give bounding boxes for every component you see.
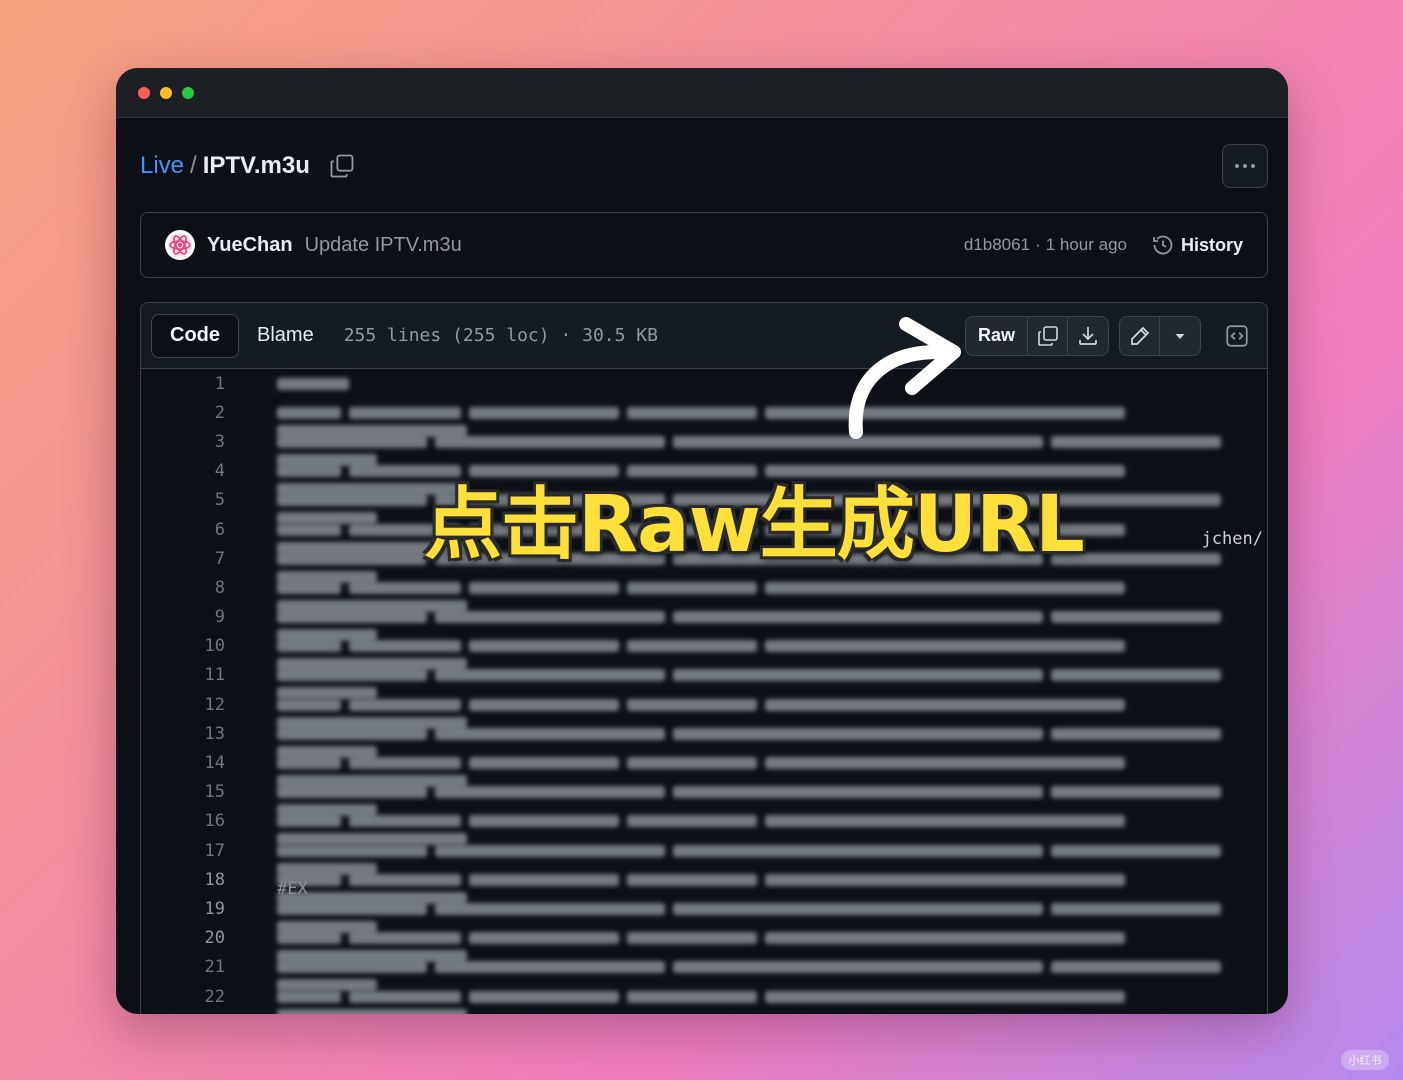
line-number[interactable]: 10 [141,636,225,656]
download-raw-button[interactable] [1068,317,1108,355]
code-line[interactable]: 1 [141,369,1267,398]
blurred-code-text [277,990,1267,1014]
edit-group [1119,315,1201,356]
blurred-code-text [277,873,1267,904]
code-line[interactable]: 2 [141,398,1267,437]
blurred-code-text [277,756,1267,788]
window-titlebar [116,68,1288,118]
line-number[interactable]: 9 [141,607,225,627]
line-number[interactable]: 22 [141,987,225,1007]
blurred-code-text [277,814,1267,846]
history-button[interactable]: History [1151,233,1243,257]
line-number[interactable]: 20 [141,928,225,948]
blurred-code-text [277,960,1267,992]
line-number[interactable]: 5 [141,490,225,510]
history-label: History [1180,234,1243,255]
symbols-panel-button[interactable] [1217,316,1257,356]
blurred-code-text [277,668,1267,700]
tab-code[interactable]: Code [151,313,239,358]
line-number[interactable]: 4 [141,461,225,481]
commit-author[interactable]: YueChan [207,234,293,257]
close-window-button[interactable] [138,86,150,99]
line-number[interactable]: 1 [141,374,225,394]
kebab-dot-icon [1235,164,1239,168]
visible-code-prefix: #EX [277,879,308,899]
line-number[interactable]: 3 [141,432,225,452]
caret-down-icon [1175,333,1185,339]
blurred-code-text [277,377,1267,391]
line-number[interactable]: 15 [141,782,225,802]
line-number[interactable]: 19 [141,899,225,919]
blurred-code-text [277,727,1267,758]
breadcrumb: Live / IPTV.m3u [140,152,356,180]
avatar[interactable] [165,230,195,260]
commit-meta-separator: · [1035,235,1041,254]
line-number[interactable]: 8 [141,578,225,598]
commit-sha[interactable]: d1b8061 [964,235,1030,255]
line-number[interactable]: 12 [141,695,225,715]
visible-code-fragment: jchen/ [1201,529,1263,549]
blurred-code-text [277,844,1267,875]
breadcrumb-file-name: IPTV.m3u [202,152,310,179]
line-number[interactable]: 21 [141,957,225,977]
file-viewer: Code Blame 255 lines (255 loc) · 30.5 KB… [140,302,1268,1014]
commit-message[interactable]: Update IPTV.m3u [305,234,462,257]
atom-avatar-icon [168,233,192,257]
blurred-code-text [277,581,1267,612]
line-number[interactable]: 14 [141,753,225,773]
copy-icon [1037,325,1058,346]
kebab-dot-icon [1243,164,1247,168]
edit-dropdown-button[interactable] [1160,317,1200,355]
blurred-code-text [277,406,1267,437]
commit-time: 1 hour ago [1045,235,1127,254]
watermark-badge: 小红书 [1341,1050,1389,1070]
line-number[interactable]: 7 [141,549,225,569]
pencil-icon [1130,326,1149,345]
blurred-code-text [277,610,1267,642]
blurred-code-text [277,639,1267,671]
annotation-callout: 点击Raw生成URL [424,480,1085,570]
file-meta: 255 lines (255 loc) · 30.5 KB [343,325,658,346]
blurred-code-text [277,435,1267,466]
tab-blame[interactable]: Blame [239,314,332,358]
copy-raw-button[interactable] [1028,316,1068,355]
code-square-icon [1226,324,1248,347]
raw-copy-download-group: Raw [964,315,1109,356]
maximize-window-button[interactable] [182,86,194,99]
edit-file-button[interactable] [1120,316,1160,355]
raw-button[interactable]: Raw [966,316,1028,355]
minimize-window-button[interactable] [160,86,172,99]
line-number[interactable]: 13 [141,724,225,744]
copy-path-icon[interactable] [328,152,356,180]
download-icon [1079,326,1097,345]
line-number[interactable]: 17 [141,841,225,861]
line-number[interactable]: 6 [141,520,225,540]
line-number[interactable]: 2 [141,403,225,423]
line-number[interactable]: 16 [141,811,225,831]
curved-arrow-icon [848,317,961,439]
breadcrumb-repo-link[interactable]: Live [140,152,184,180]
breadcrumb-separator: / [190,152,197,179]
line-number[interactable]: 18 [141,870,225,890]
blurred-code-text [277,785,1267,817]
kebab-dot-icon [1251,164,1255,168]
more-options-button[interactable] [1222,144,1268,188]
line-number[interactable]: 11 [141,665,225,685]
blurred-code-text [277,931,1267,963]
blurred-code-text [277,698,1267,729]
blurred-code-text [277,902,1267,933]
file-header: Code Blame 255 lines (255 loc) · 30.5 KB… [141,303,1267,369]
latest-commit-bar: YueChan Update IPTV.m3u d1b8061 · 1 hour… [140,212,1268,278]
view-mode-switch: Code Blame [151,313,332,358]
history-icon [1153,235,1173,255]
